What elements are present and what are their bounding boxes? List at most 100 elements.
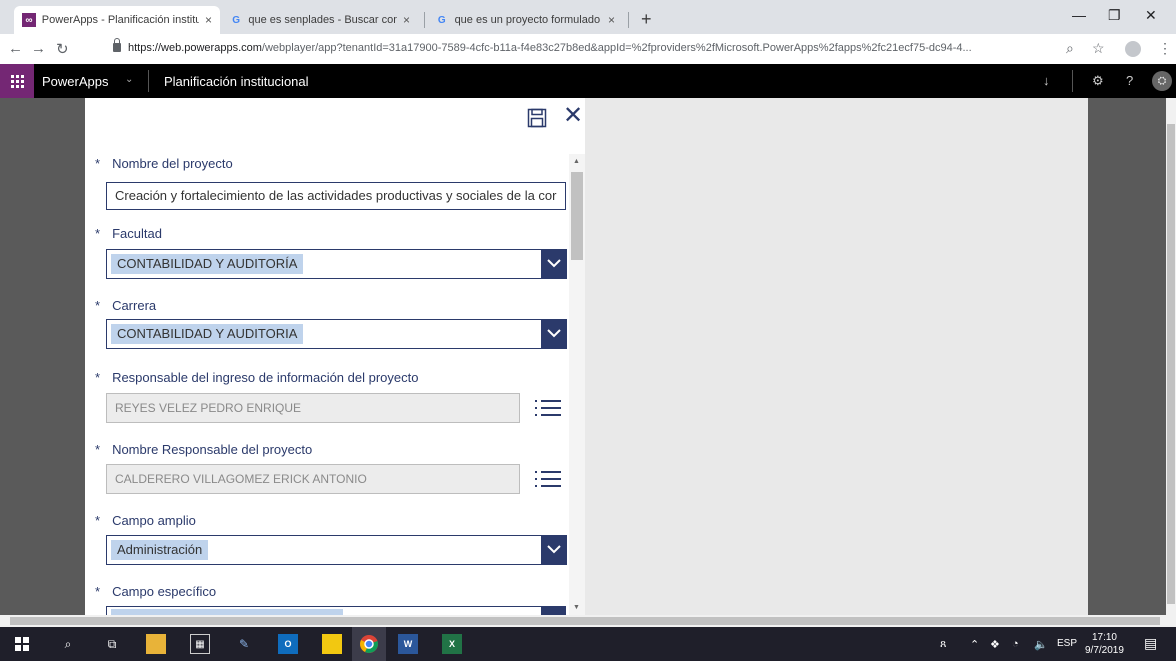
scrollbar-thumb[interactable] — [10, 617, 1160, 625]
scroll-up-icon[interactable]: ▲ — [573, 158, 580, 165]
list-icon[interactable] — [533, 468, 563, 490]
chevron-down-icon[interactable]: ⌄ — [125, 74, 133, 85]
required-marker: * — [95, 442, 101, 457]
divider — [1072, 70, 1073, 92]
carrera-dropdown[interactable]: CONTABILIDAD Y AUDITORIA — [106, 318, 567, 349]
power-bi-icon[interactable] — [322, 634, 342, 654]
browser-tab-strip: ∞ PowerApps - Planificación institu × G … — [0, 0, 1176, 34]
horizontal-scrollbar[interactable] — [0, 615, 1176, 627]
forward-icon[interactable]: → — [31, 40, 46, 57]
list-icon[interactable] — [533, 397, 563, 419]
date: 9/7/2019 — [1085, 645, 1124, 656]
time: 17:10 — [1091, 632, 1117, 643]
field-label: * Nombre Responsable del proyecto — [95, 442, 312, 457]
volume-icon[interactable]: 🔈 — [1034, 638, 1048, 651]
label-text: Campo amplio — [112, 513, 196, 528]
notifications-icon[interactable]: ▤ — [1144, 635, 1157, 652]
save-icon[interactable] — [527, 108, 547, 128]
responsable-proyecto-field[interactable]: CALDERERO VILLAGOMEZ ERICK ANTONIO — [106, 464, 520, 494]
clock[interactable]: 17:10 9/7/2019 — [1085, 631, 1124, 657]
dropbox-icon[interactable]: ❖ — [990, 638, 1000, 651]
google-icon: G — [437, 14, 446, 26]
minimize-icon[interactable]: — — [1072, 7, 1086, 23]
new-tab-button[interactable]: + — [641, 9, 652, 30]
file-explorer-icon[interactable] — [146, 634, 166, 654]
campo-amplio-dropdown[interactable]: Administración — [106, 534, 567, 565]
chevron-down-icon[interactable] — [540, 318, 567, 349]
word-icon[interactable]: W — [398, 634, 418, 654]
label-text: Responsable del ingreso de información d… — [112, 370, 419, 385]
project-name-input[interactable]: Creación y fortalecimiento de las activi… — [106, 182, 566, 210]
settings-gear-icon[interactable]: ⚙ — [1092, 73, 1104, 89]
tab-title: que es un proyecto formulado - — [454, 14, 602, 26]
profile-avatar[interactable] — [1125, 41, 1141, 57]
reload-icon[interactable]: ↻ — [56, 40, 69, 58]
wifi-icon[interactable]: ◔ — [1012, 638, 1019, 650]
field-label: * Carrera — [95, 298, 156, 313]
windows-taskbar: ⌕ ⧉ ▦ ✎ O W X ጸ ⌃ ❖ ◔ 🔈 ESP 17:10 9/7/20… — [0, 627, 1176, 661]
close-form-icon[interactable]: ✕ — [563, 104, 583, 128]
page-scrollbar[interactable] — [1166, 98, 1176, 615]
address-bar[interactable]: https://web.powerapps.com/webplayer/app?… — [128, 42, 1048, 54]
scrollbar-thumb[interactable] — [571, 172, 583, 260]
chevron-down-icon[interactable] — [540, 607, 565, 615]
powerapps-icon: ∞ — [22, 13, 36, 27]
field-label: * Campo amplio — [95, 513, 196, 528]
scrollbar-thumb[interactable] — [1167, 124, 1175, 604]
back-icon[interactable]: ← — [8, 40, 23, 57]
chevron-down-icon[interactable] — [540, 248, 567, 279]
user-avatar-icon[interactable]: ⛭ — [1152, 71, 1172, 91]
lock-icon — [113, 38, 121, 52]
field-label: * Responsable del ingreso de información … — [95, 370, 418, 385]
chevron-down-icon[interactable] — [540, 534, 567, 565]
app-name[interactable]: PowerApps — [42, 74, 108, 89]
label-text: Nombre del proyecto — [112, 156, 233, 171]
chrome-icon[interactable] — [352, 627, 386, 661]
browser-toolbar: ← → ↻ https://web.powerapps.com/webplaye… — [0, 34, 1176, 64]
form-header: ✕ — [85, 98, 585, 142]
url-path: /webplayer/app?tenantId=31a17900-7589-4c… — [261, 42, 972, 54]
app-launcher-icon[interactable] — [0, 64, 34, 98]
google-icon: G — [232, 14, 241, 26]
tab-title: que es senplades - Buscar con Go — [248, 14, 397, 26]
campo-especifico-dropdown[interactable] — [106, 606, 566, 615]
field-label: * Campo específico — [95, 584, 216, 599]
windows-start-icon[interactable] — [12, 634, 32, 654]
tab-search-proyecto[interactable]: G que es un proyecto formulado - × — [427, 6, 623, 34]
tab-title: PowerApps - Planificación institu — [41, 14, 199, 26]
task-view-icon[interactable]: ⧉ — [102, 634, 122, 654]
responsable-ingreso-field[interactable]: REYES VELEZ PEDRO ENRIQUE — [106, 393, 520, 423]
required-marker: * — [95, 370, 101, 385]
calculator-icon[interactable]: ▦ — [190, 634, 210, 654]
required-marker: * — [95, 298, 101, 313]
restore-icon[interactable]: ❐ — [1108, 7, 1121, 24]
scroll-down-icon[interactable]: ▼ — [573, 604, 580, 611]
required-marker: * — [95, 156, 101, 171]
search-icon[interactable]: ⌕ — [58, 634, 78, 654]
chevron-up-icon[interactable]: ⌃ — [970, 638, 979, 651]
form-scrollbar[interactable]: ▲ ▼ — [569, 154, 585, 615]
bookmark-star-icon[interactable]: ☆ — [1092, 40, 1105, 57]
facultad-dropdown[interactable]: CONTABILIDAD Y AUDITORÍA — [106, 248, 567, 279]
menu-icon[interactable]: ⋮ — [1158, 40, 1172, 57]
people-icon[interactable]: ጸ — [940, 638, 946, 651]
tab-powerapps[interactable]: ∞ PowerApps - Planificación institu × — [14, 6, 220, 34]
close-tab-icon[interactable]: × — [608, 13, 615, 27]
tab-search-senplades[interactable]: G que es senplades - Buscar con Go × — [222, 6, 418, 34]
close-tab-icon[interactable]: × — [403, 13, 410, 27]
app-canvas: ✕ * Nombre del proyecto Creación y fortal… — [0, 98, 1176, 615]
close-window-icon[interactable]: ✕ — [1145, 7, 1157, 24]
excel-icon[interactable]: X — [442, 634, 462, 654]
language-indicator[interactable]: ESP — [1057, 638, 1077, 649]
required-marker: * — [95, 584, 101, 599]
paint-icon[interactable]: ✎ — [234, 634, 254, 654]
help-icon[interactable]: ? — [1126, 73, 1133, 88]
dropdown-value: CONTABILIDAD Y AUDITORIA — [111, 324, 304, 344]
label-text: Nombre Responsable del proyecto — [112, 442, 313, 457]
download-icon[interactable]: ↓ — [1043, 73, 1050, 88]
outlook-icon[interactable]: O — [278, 634, 298, 654]
zoom-icon[interactable]: ⌕ — [1066, 40, 1074, 57]
url-host: https://web.powerapps.com — [128, 42, 262, 54]
label-text: Campo específico — [112, 584, 217, 599]
close-tab-icon[interactable]: × — [205, 13, 212, 27]
